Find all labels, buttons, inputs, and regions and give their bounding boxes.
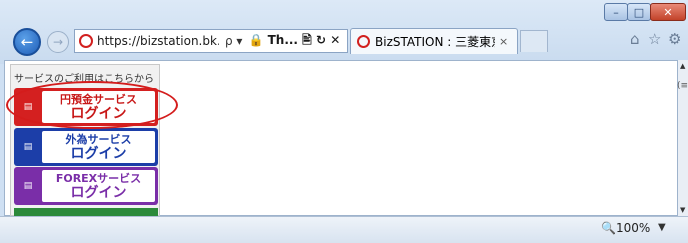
scroll-down-icon[interactable]: ▼ bbox=[680, 206, 685, 214]
tab-bizstation[interactable]: BizSTATION : 三菱東京... × bbox=[350, 28, 518, 54]
service-label: FOREXサービス ログイン bbox=[42, 170, 155, 202]
back-button[interactable]: ← bbox=[13, 28, 41, 56]
home-icon[interactable]: ⌂ bbox=[630, 30, 640, 48]
login-label: ログイン bbox=[70, 184, 127, 201]
foreign-exchange-login-button[interactable]: ▤ 外為サービス ログイン bbox=[14, 128, 158, 166]
forex-login-button[interactable]: ▤ FOREXサービス ログイン bbox=[14, 167, 158, 205]
zoom-dropdown-icon[interactable]: ▼ bbox=[658, 222, 666, 233]
close-window-button[interactable]: ✕ bbox=[650, 3, 686, 21]
next-service-button-partial[interactable] bbox=[14, 208, 158, 216]
service-name: FOREXサービス bbox=[55, 171, 142, 185]
site-favicon-icon bbox=[79, 34, 93, 48]
search-dropdown-icon[interactable]: ρ ▾ bbox=[225, 34, 242, 48]
new-tab-button[interactable] bbox=[520, 30, 548, 52]
page-side-glyph: (≡) bbox=[677, 81, 688, 91]
tab-title: BizSTATION : 三菱東京... bbox=[375, 35, 495, 49]
minimize-button[interactable]: – bbox=[604, 3, 628, 21]
status-bar bbox=[0, 216, 688, 243]
service-icon: ▤ bbox=[23, 181, 33, 191]
zoom-level[interactable]: 🔍100% bbox=[601, 221, 650, 235]
gear-icon[interactable]: ⚙ bbox=[668, 30, 681, 48]
favorites-star-icon[interactable]: ☆ bbox=[648, 30, 661, 48]
service-name: 外為サービス bbox=[65, 132, 132, 146]
highlight-circle bbox=[6, 81, 178, 129]
address-security-and-controls[interactable]: 🔒 Th... 🖹 ↻ ✕ bbox=[248, 31, 340, 52]
scroll-up-icon[interactable]: ▲ bbox=[680, 62, 685, 70]
forward-button[interactable]: → bbox=[47, 31, 69, 53]
tab-favicon-icon bbox=[357, 35, 370, 48]
address-bar[interactable]: https://bizstation.bk.mu... ρ ▾ 🔒 Th... … bbox=[74, 29, 348, 53]
login-label: ログイン bbox=[70, 145, 127, 162]
service-icon: ▤ bbox=[23, 142, 33, 152]
url-text[interactable]: https://bizstation.bk.mu... bbox=[97, 34, 219, 48]
tab-close-icon[interactable]: × bbox=[499, 35, 508, 48]
maximize-button[interactable]: □ bbox=[627, 3, 651, 21]
service-label: 外為サービス ログイン bbox=[42, 131, 155, 163]
